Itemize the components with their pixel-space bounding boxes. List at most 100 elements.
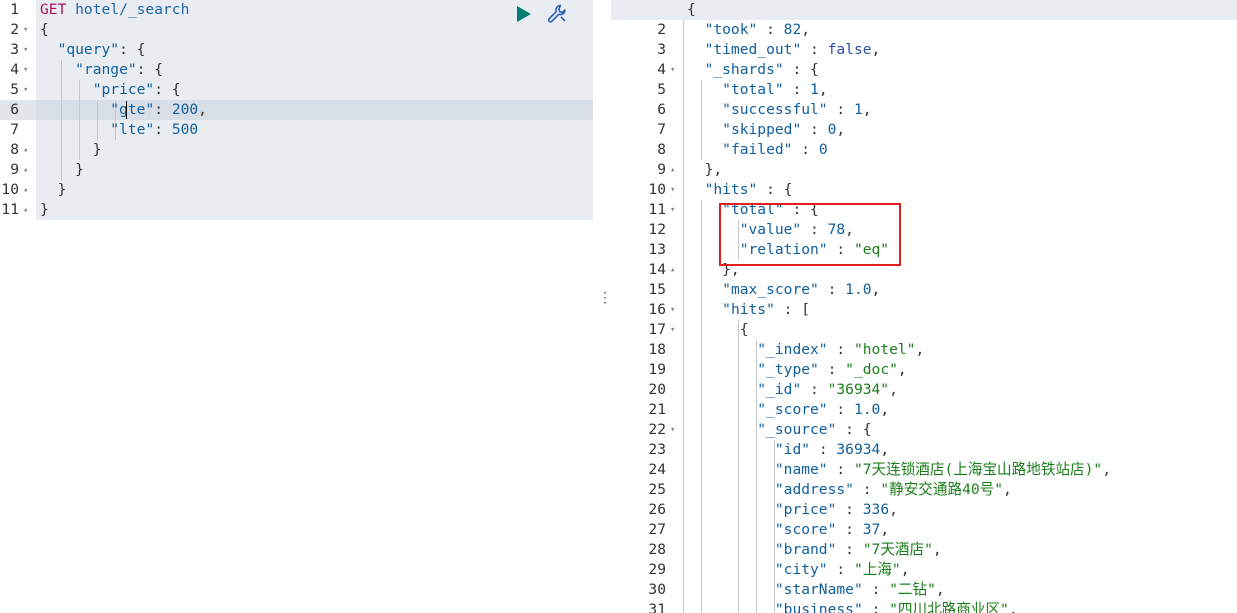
code-line[interactable]: "gte": 200, (40, 100, 207, 120)
fold-collapse-icon[interactable]: ▾ (23, 60, 28, 80)
code-token: "hits" (722, 301, 775, 318)
request-gutter: 1 2 ▾ 3 ▾ 4 ▾ 5 ▾ 6 7 8 ▴ 9 ▴ 10 ▴ 11 ▴ (0, 0, 36, 613)
code-line[interactable]: } (40, 140, 102, 160)
code-token: : (836, 521, 863, 538)
code-line[interactable]: "successful" : 1, (687, 100, 871, 120)
code-token: 82 (783, 21, 802, 38)
code-token: : (853, 481, 881, 498)
request-settings-button[interactable] (546, 3, 568, 25)
code-token: "price" (774, 501, 837, 518)
code-token: 500 (171, 121, 199, 138)
code-line[interactable]: } (40, 180, 67, 200)
code-line[interactable]: "price": { (40, 80, 181, 100)
code-line[interactable]: "timed_out" : false, (687, 40, 881, 60)
code-line[interactable]: "business" : "四川北路商业区", (687, 600, 1018, 613)
fold-collapse-icon[interactable]: ▾ (670, 180, 675, 200)
code-token: : (836, 501, 863, 518)
code-token: "_score" (757, 401, 828, 418)
code-line[interactable]: { (687, 0, 696, 20)
fold-collapse-icon[interactable]: ▾ (670, 320, 675, 340)
code-line[interactable]: "total" : 1, (687, 80, 827, 100)
code-line[interactable]: "query": { (40, 40, 146, 60)
code-token: "lte" (110, 121, 155, 138)
code-token: 1 (810, 81, 819, 98)
request-editor-pane[interactable]: 1 2 ▾ 3 ▾ 4 ▾ 5 ▾ 6 7 8 ▴ 9 ▴ 10 ▴ 11 ▴ GET hotel/_search{… (0, 0, 593, 613)
code-line[interactable]: } (40, 160, 84, 180)
code-line[interactable]: }, (687, 160, 723, 180)
code-line[interactable]: "score" : 37, (687, 520, 889, 540)
code-line[interactable]: "range": { (40, 60, 163, 80)
code-line[interactable]: "failed" : 0 (687, 140, 828, 160)
code-token: 0 (818, 141, 828, 158)
code-line[interactable]: "_id" : "36934", (687, 380, 898, 400)
code-token: 336 (862, 501, 890, 518)
response-viewer-pane[interactable]: 1▾234▾56789▴10▾11▾121314▴1516▾17▾1819202… (611, 0, 1237, 613)
line-number: 12 (648, 221, 666, 238)
fold-collapse-icon[interactable]: ▾ (23, 20, 28, 40)
line-number: 3 (657, 41, 666, 58)
line-number: 5 (657, 81, 666, 98)
code-token: "gte" (110, 101, 155, 118)
fold-collapse-icon[interactable]: ▾ (670, 300, 675, 320)
code-line[interactable]: "_score" : 1.0, (687, 400, 889, 420)
code-line[interactable]: "_shards" : { (687, 60, 819, 80)
code-line[interactable]: "max_score" : 1.0, (687, 280, 880, 300)
code-line[interactable]: "_source" : { (687, 420, 871, 440)
code-token: : (818, 361, 846, 378)
line-number: 23 (648, 441, 666, 458)
run-request-button[interactable] (514, 4, 534, 24)
code-line[interactable]: "city" : "上海", (687, 560, 910, 580)
code-token: 36934 (836, 441, 881, 458)
code-token: , (889, 501, 898, 518)
code-line[interactable]: "took" : 82, (687, 20, 810, 40)
line-number: 7 (657, 121, 666, 138)
code-token: 1.0 (845, 281, 872, 298)
fold-collapse-icon[interactable]: ▾ (23, 40, 28, 60)
code-line[interactable]: "address" : "静安交通路40号", (687, 480, 1012, 500)
fold-collapse-icon[interactable]: ▾ (670, 200, 675, 220)
code-line[interactable]: "_type" : "_doc", (687, 360, 906, 380)
resize-handle-icon[interactable]: ⋮ (598, 291, 612, 312)
code-token: 1 (853, 101, 863, 118)
fold-collapse-icon[interactable]: ▾ (23, 80, 28, 100)
code-token: : (827, 401, 854, 418)
code-token: "36934" (827, 381, 890, 398)
code-line[interactable]: "hits" : [ (687, 300, 810, 320)
code-line[interactable]: "brand" : "7天酒店", (687, 540, 942, 560)
line-number: 8 (657, 141, 666, 158)
code-token: : (827, 461, 854, 478)
code-line[interactable]: "price" : 336, (687, 500, 898, 520)
code-token: "name" (774, 461, 828, 478)
code-line[interactable]: { (40, 20, 49, 40)
code-token: } (40, 201, 49, 218)
code-line[interactable]: "_index" : "hotel", (687, 340, 924, 360)
code-token: , (871, 41, 881, 58)
text-cursor (126, 101, 127, 119)
code-token: "max_score" (722, 281, 819, 298)
code-line[interactable]: "name" : "7天连锁酒店(上海宝山路地铁站店)", (687, 460, 1111, 480)
code-token: : (792, 141, 819, 158)
fold-collapse-icon[interactable]: ▾ (670, 60, 675, 80)
line-number: 15 (648, 281, 666, 298)
line-number: 7 (10, 121, 19, 138)
fold-end-icon: ▴ (23, 165, 29, 175)
code-line[interactable]: "lte": 500 (40, 120, 198, 140)
fold-collapse-icon[interactable]: ▾ (670, 420, 675, 440)
code-line[interactable]: } (40, 200, 49, 220)
code-line[interactable]: { (687, 320, 749, 340)
code-line[interactable]: "starName" : "二钻", (687, 580, 945, 600)
code-line[interactable]: GET hotel/_search (40, 0, 189, 20)
code-line[interactable]: "skipped" : 0, (687, 120, 845, 140)
code-token: : (801, 381, 828, 398)
code-line[interactable]: "hits" : { (687, 180, 793, 200)
code-line[interactable]: "id" : 36934, (687, 440, 889, 460)
